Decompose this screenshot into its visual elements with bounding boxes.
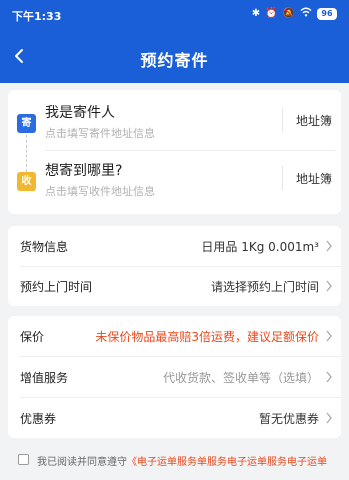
divider [282,166,283,190]
receiver-title: 想寄到哪里? [45,163,123,179]
agreement-prefix: 我已阅读并同意遵守 [37,457,127,468]
pickup-time-value: 请选择预约上门时间 [210,280,319,294]
chevron-right-icon [326,280,332,292]
pickup-time-row[interactable]: 预约上门时间 请选择预约上门时间 [8,266,341,306]
receiver-address-book-button[interactable]: 地址簿 [296,170,332,187]
goods-info-row[interactable]: 货物信息 日用品 1Kg 0.001m³ [8,226,341,266]
insurance-row[interactable]: 保价 未保价物品最高赔3倍运费，建议足额保价 [8,316,341,356]
wifi-icon [300,7,312,21]
status-icons: ✱ ⏰ 🔕 96 [252,7,337,21]
goods-info-value: 日用品 1Kg 0.001m³ [201,240,319,254]
sender-row[interactable]: 寄 我是寄件人 点击填写寄件地址信息 地址簿 [8,94,341,150]
insurance-value: 未保价物品最高赔3倍运费，建议足额保价 [95,330,319,344]
sender-tag: 寄 [17,114,36,133]
receiver-tag: 收 [17,172,36,191]
options-card: 保价 未保价物品最高赔3倍运费，建议足额保价 增值服务 代收货款、签收单等（选填… [8,316,341,438]
chevron-right-icon [326,371,332,383]
shipment-card: 货物信息 日用品 1Kg 0.001m³ 预约上门时间 请选择预约上门时间 [8,226,341,306]
receiver-row[interactable]: 收 想寄到哪里? 点击填写收件地址信息 地址簿 [8,152,341,208]
status-time: 下午1:33 [12,10,62,23]
chevron-right-icon [326,330,332,342]
goods-info-label: 货物信息 [20,240,69,254]
nav-bar: 预约寄件 [0,36,349,76]
sender-hint: 点击填写寄件地址信息 [45,127,155,140]
coupon-label: 优惠券 [20,412,57,426]
insurance-label: 保价 [20,330,45,344]
value-added-label: 增值服务 [20,371,69,385]
header: 下午1:33 ✱ ⏰ 🔕 96 预约寄件 [0,0,349,83]
address-card: 寄 我是寄件人 点击填写寄件地址信息 地址簿 收 想寄到哪里? 点击填写收件地址… [8,90,341,214]
alarm-icon: ⏰ [265,8,278,19]
value-added-row[interactable]: 增值服务 代收货款、签收单等（选填） [8,357,341,397]
chevron-right-icon [326,412,332,424]
chevron-right-icon [326,240,332,252]
agree-checkbox[interactable] [18,454,29,465]
sender-address-book-button[interactable]: 地址簿 [296,112,332,129]
page-title: 预约寄件 [140,51,209,70]
coupon-row[interactable]: 优惠券 暂无优惠券 [8,398,341,438]
divider [282,108,283,132]
agreement-bar: 我已阅读并同意遵守《电子运单服务单服务电子运单服务电子运单 [0,444,349,480]
status-bar: 下午1:33 ✱ ⏰ 🔕 96 [0,0,349,32]
divider [45,150,335,151]
agreement-link[interactable]: 《电子运单服务单服务电子运单服务电子运单 [127,457,327,468]
agreement-text: 我已阅读并同意遵守《电子运单服务单服务电子运单服务电子运单 [37,453,327,468]
silent-icon: 🔕 [282,8,295,19]
battery-icon: 96 [317,8,337,20]
value-added-value: 代收货款、签收单等（选填） [162,371,319,385]
pickup-time-label: 预约上门时间 [20,280,93,294]
sender-title: 我是寄件人 [45,105,115,121]
bluetooth-icon: ✱ [251,8,261,19]
receiver-hint: 点击填写收件地址信息 [45,185,155,198]
coupon-value: 暂无优惠券 [258,412,319,426]
